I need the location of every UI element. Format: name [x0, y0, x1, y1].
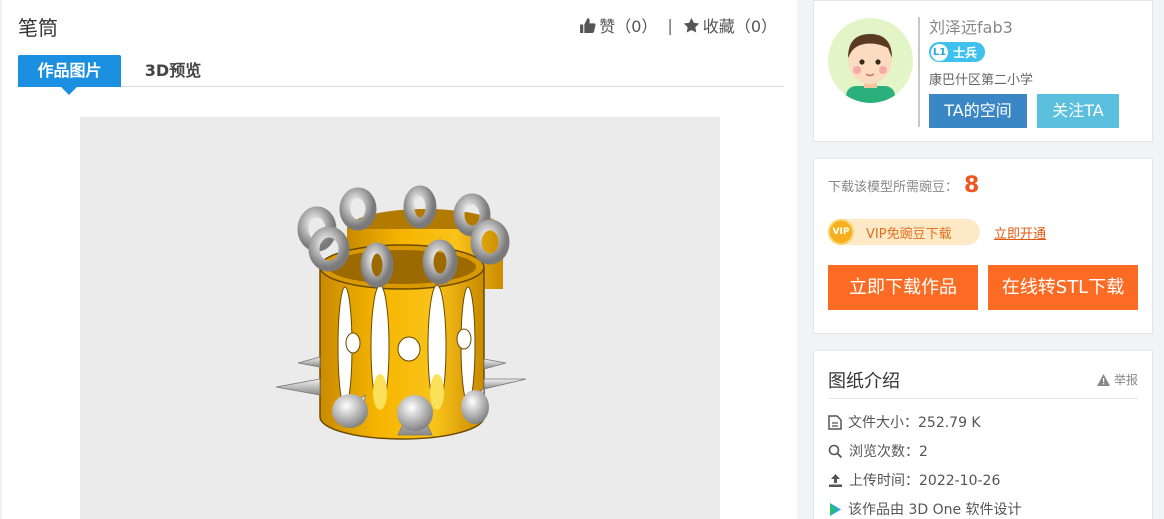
- vip-open-link[interactable]: 立即开通: [994, 223, 1046, 242]
- like-button[interactable]: 赞 （0）: [579, 13, 657, 37]
- software-text: 该作品由 3D One 软件设计: [848, 502, 1022, 518]
- download-card: 下载该模型所需豌豆： 8 VIP VIP免豌豆下载 立即开通 立即下载作品 在线…: [813, 158, 1153, 334]
- like-label: 赞: [599, 17, 616, 36]
- author-school: 康巴什区第二小学: [929, 73, 1034, 88]
- thumbs-up-icon: [580, 17, 596, 33]
- report-label: 举报: [1113, 373, 1138, 387]
- avatar[interactable]: [828, 18, 913, 103]
- author-card: 刘泽远fab3 L1 士兵 康巴什区第二小学 TA的空间 关注TA: [813, 0, 1153, 142]
- intro-card: 图纸介绍 举报 文件大小：252.79 K 浏览次数：2 上传时间：2022-1…: [813, 350, 1153, 519]
- like-count: （0）: [615, 17, 658, 36]
- star-icon: [683, 17, 699, 33]
- work-tabs: 作品图片 3D预览: [18, 55, 784, 95]
- beans-required: 下载该模型所需豌豆： 8: [828, 173, 979, 198]
- vip-download-pill[interactable]: VIP VIP免豌豆下载: [828, 219, 980, 245]
- stl-download-button[interactable]: 在线转STL下载: [988, 265, 1138, 310]
- rank-title: 士兵: [953, 45, 978, 60]
- author-space-button[interactable]: TA的空间: [929, 94, 1027, 128]
- favorite-count: （0）: [734, 17, 777, 36]
- info-software: 该作品由 3D One 软件设计: [828, 499, 1022, 519]
- model-preview-image: [80, 117, 720, 519]
- vip-text: VIP免豌豆下载: [866, 226, 952, 242]
- rank-badge: L1 士兵: [929, 42, 986, 62]
- author-divider: [918, 17, 920, 127]
- info-views: 浏览次数：2: [828, 441, 928, 461]
- upload-time-text: 上传时间：2022-10-26: [849, 473, 1001, 489]
- upload-icon: [829, 473, 842, 487]
- file-size-text: 文件大小：252.79 K: [848, 415, 981, 431]
- page-title: 笔筒: [18, 16, 58, 40]
- views-text: 浏览次数：2: [849, 444, 928, 460]
- download-button[interactable]: 立即下载作品: [828, 265, 978, 310]
- 3d-one-logo-icon: [830, 502, 841, 516]
- info-upload-time: 上传时间：2022-10-26: [828, 470, 1000, 490]
- report-button[interactable]: 举报: [1096, 371, 1138, 388]
- tab-3d-preview[interactable]: 3D预览: [128, 55, 218, 87]
- vip-badge-icon: VIP: [828, 219, 854, 245]
- boy-avatar-icon: [828, 18, 913, 103]
- author-name[interactable]: 刘泽远fab3: [929, 14, 1013, 38]
- work-actions: 赞 （0） | 收藏 （0）: [579, 13, 777, 37]
- warning-icon: [1096, 373, 1110, 386]
- follow-button[interactable]: 关注TA: [1037, 94, 1119, 128]
- intro-divider: [828, 398, 1138, 399]
- magnifier-icon: [828, 444, 843, 458]
- file-icon: [828, 414, 842, 430]
- pen-holder-model-image: [275, 185, 527, 440]
- beans-value: 8: [964, 173, 980, 198]
- intro-title: 图纸介绍: [828, 371, 900, 392]
- favorite-button[interactable]: 收藏 （0）: [683, 13, 777, 37]
- tab-work-images[interactable]: 作品图片: [18, 55, 121, 95]
- favorite-label: 收藏: [702, 17, 735, 36]
- rank-level-icon: L1: [931, 43, 948, 61]
- action-separator: |: [667, 15, 673, 35]
- info-file-size: 文件大小：252.79 K: [828, 412, 981, 432]
- work-main-panel: 笔筒 赞 （0） | 收藏 （0） 作品图片 3D预览: [2, 0, 797, 519]
- beans-label: 下载该模型所需豌豆：: [828, 180, 959, 195]
